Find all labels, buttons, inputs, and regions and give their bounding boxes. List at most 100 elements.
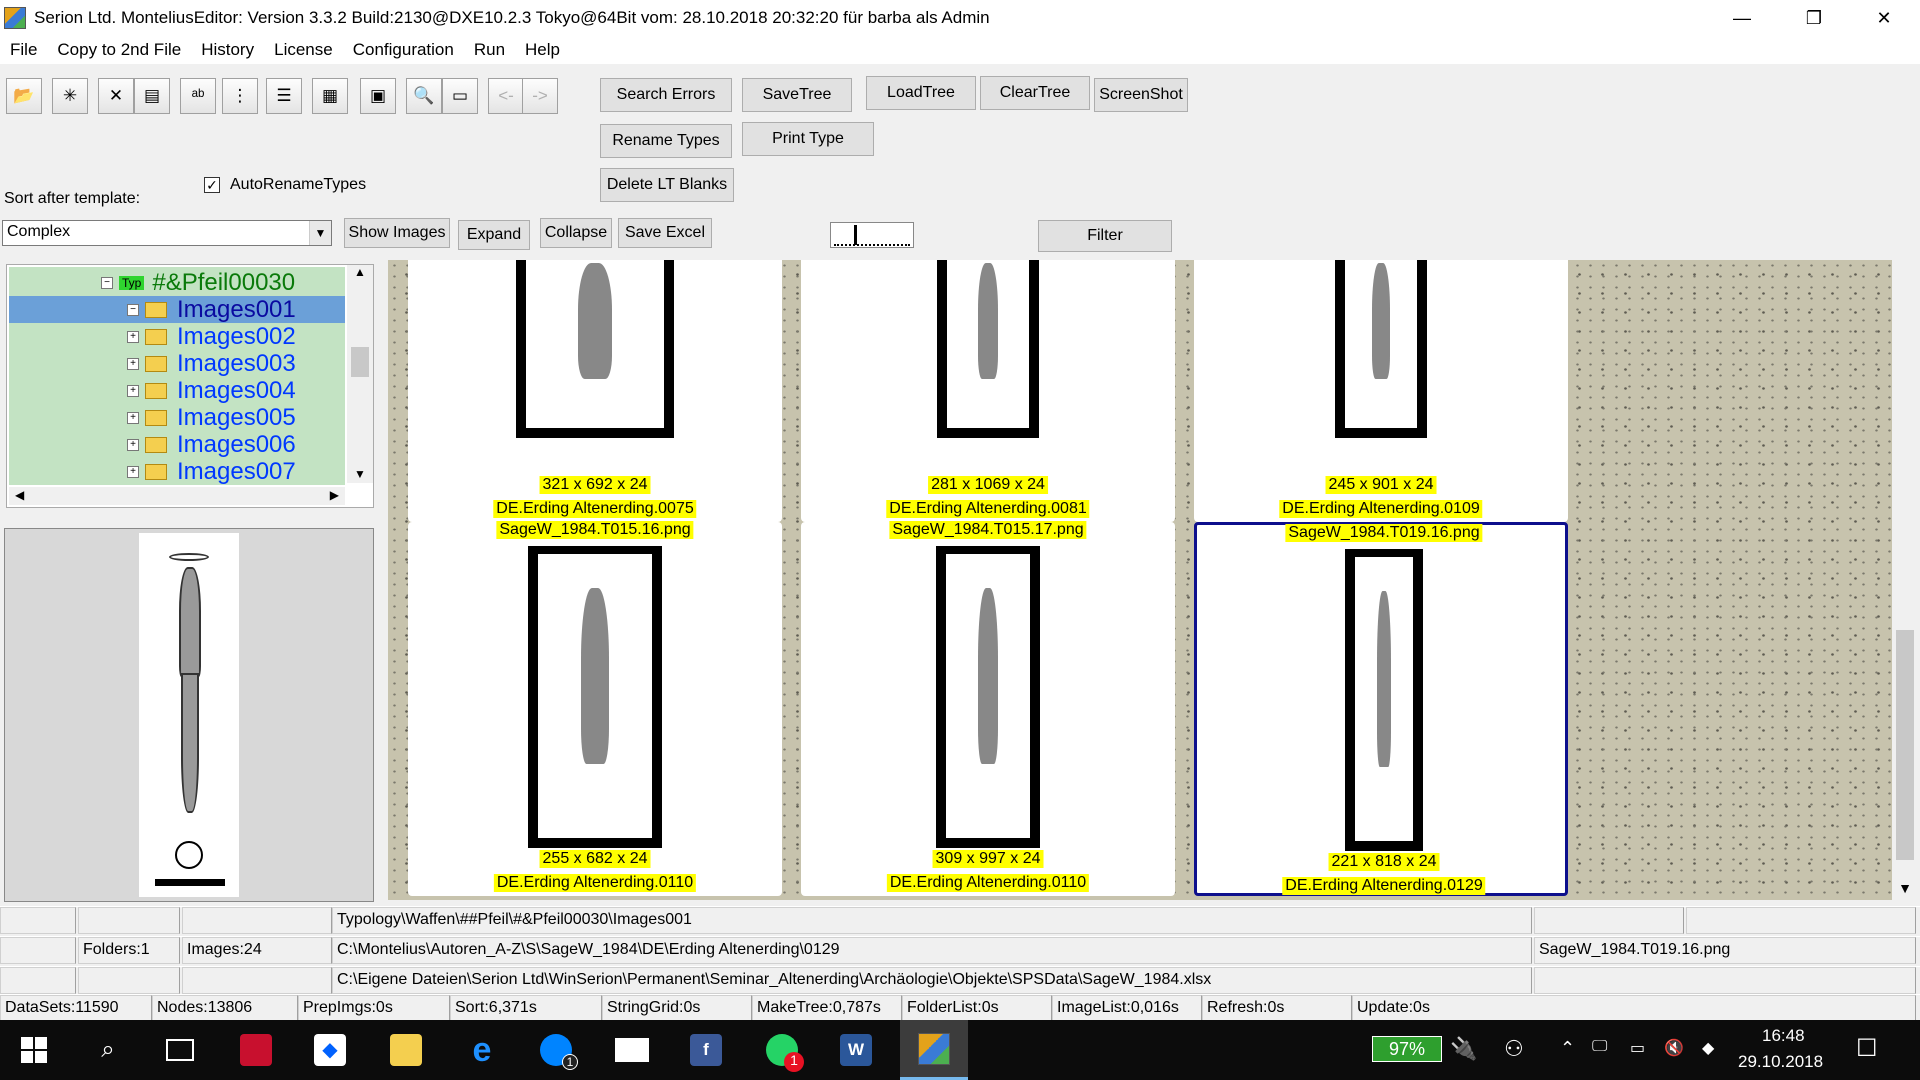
scroll-thumb[interactable] xyxy=(1896,630,1914,860)
chevron-down-icon[interactable]: ▼ xyxy=(1892,880,1918,896)
tree-item[interactable]: − Images001 xyxy=(9,296,345,323)
save-tree-button[interactable]: SaveTree xyxy=(742,78,852,112)
dropbox-tray-icon[interactable]: ◆ xyxy=(1702,1038,1714,1058)
slider-thumb[interactable] xyxy=(854,225,858,245)
mcafee-icon[interactable] xyxy=(228,1026,284,1074)
image-thumbnail[interactable] xyxy=(528,546,662,848)
auto-rename-checkbox[interactable]: ✓ xyxy=(204,177,220,193)
whatsapp-icon[interactable]: 1 xyxy=(754,1026,810,1074)
expand-icon[interactable]: + xyxy=(127,357,139,370)
image-thumbnail[interactable] xyxy=(516,260,674,438)
tree-item[interactable]: + Images006 xyxy=(9,431,345,458)
image-thumbnail[interactable] xyxy=(936,546,1040,848)
dropbox-icon[interactable]: ◆ xyxy=(302,1026,358,1074)
collapse-icon[interactable]: − xyxy=(127,303,139,316)
notifications-icon[interactable]: ☐ xyxy=(1856,1034,1878,1063)
word-icon[interactable]: W xyxy=(828,1026,884,1074)
expand-icon[interactable]: + xyxy=(127,438,139,451)
image-card[interactable]: SageW_1984.T015.17.png 309 x 997 x 24 DE.E… xyxy=(801,521,1175,896)
battery-icon[interactable]: ▭ xyxy=(1630,1038,1645,1058)
chevron-up-icon[interactable]: ▲ xyxy=(347,265,373,279)
rename-icon[interactable]: ᵃᵇ xyxy=(180,78,216,114)
image-card[interactable]: SageW_1984.T019.16.png 221 x 818 x 24 DE.E… xyxy=(1194,522,1568,896)
tree-item[interactable]: + Images005 xyxy=(9,404,345,431)
expand-icon[interactable]: + xyxy=(127,384,139,397)
back-arrow-icon[interactable]: <- xyxy=(488,78,524,114)
image-card[interactable]: 245 x 901 x 24 DE.Erding Altenerding.0109 xyxy=(1194,260,1568,522)
minimize-button[interactable]: — xyxy=(1706,0,1778,36)
chevron-left-icon[interactable]: ◀ xyxy=(15,488,24,502)
start-icon[interactable] xyxy=(6,1026,62,1074)
image-card[interactable]: SageW_1984.T015.16.png 255 x 682 x 24 DE.E… xyxy=(408,521,782,896)
tree-item[interactable]: + Images004 xyxy=(9,377,345,404)
save-excel-button[interactable]: Save Excel xyxy=(618,218,712,248)
clock-time[interactable]: 16:48 xyxy=(1762,1026,1805,1046)
menu-configuration[interactable]: Configuration xyxy=(343,40,464,60)
thumbnails-icon[interactable]: ▣ xyxy=(360,78,396,114)
gallery-vertical-scrollbar[interactable]: ▼ xyxy=(1892,260,1918,900)
menu-history[interactable]: History xyxy=(191,40,264,60)
people-icon[interactable]: ⚇ xyxy=(1504,1036,1524,1062)
tree-root[interactable]: − Typ #&Pfeil00030 xyxy=(9,269,345,296)
search-icon[interactable]: ⌕ xyxy=(80,1026,136,1074)
tree-item[interactable]: + Images007 xyxy=(9,458,345,485)
image-thumbnail[interactable] xyxy=(1335,260,1427,438)
tree-vertical-scrollbar[interactable]: ▲ ▼ xyxy=(347,265,373,483)
new-folder-icon[interactable]: ✳ xyxy=(52,78,88,114)
close-button[interactable]: ✕ xyxy=(1848,0,1920,36)
messenger-icon[interactable]: 1 xyxy=(528,1026,584,1074)
montelius-icon[interactable] xyxy=(900,1020,968,1080)
chevron-down-icon[interactable]: ▼ xyxy=(309,221,331,245)
network-icon[interactable]: 🖵 xyxy=(1592,1038,1607,1056)
volume-muted-icon[interactable]: 🔇 xyxy=(1664,1038,1684,1058)
image-thumbnail[interactable] xyxy=(1345,549,1423,851)
menu-run[interactable]: Run xyxy=(464,40,515,60)
tree-item[interactable]: + Images003 xyxy=(9,350,345,377)
expand-icon[interactable]: + xyxy=(127,465,139,478)
search-errors-button[interactable]: Search Errors xyxy=(600,78,732,112)
search-icon[interactable]: 🔍 xyxy=(406,78,442,114)
collapse-button[interactable]: Collapse xyxy=(540,218,612,248)
properties-icon[interactable]: ▤ xyxy=(134,78,170,114)
expand-button[interactable]: Expand xyxy=(458,220,530,250)
screenshot-button[interactable]: ScreenShot xyxy=(1094,78,1188,112)
image-list-icon[interactable]: ▭ xyxy=(442,78,478,114)
clear-tree-button[interactable]: ClearTree xyxy=(980,76,1090,110)
rename-types-button[interactable]: Rename Types xyxy=(600,124,732,158)
tree-icon[interactable]: ⋮ xyxy=(222,78,258,114)
zoom-slider[interactable] xyxy=(830,222,914,248)
load-tree-button[interactable]: LoadTree xyxy=(866,76,976,110)
show-images-button[interactable]: Show Images xyxy=(344,218,450,248)
forward-arrow-icon[interactable]: -> xyxy=(522,78,558,114)
menu-license[interactable]: License xyxy=(264,40,343,60)
delete-lt-blanks-button[interactable]: Delete LT Blanks xyxy=(600,168,734,202)
battery-indicator[interactable]: 97% xyxy=(1372,1036,1442,1062)
image-card[interactable]: 281 x 1069 x 24 DE.Erding Altenerding.008… xyxy=(801,260,1175,522)
task-view-icon[interactable] xyxy=(152,1026,208,1074)
expand-icon[interactable]: + xyxy=(127,330,139,343)
chevron-right-icon[interactable]: ▶ xyxy=(330,488,339,502)
delete-icon[interactable]: ✕ xyxy=(98,78,134,114)
menu-copy-to-2nd-file[interactable]: Copy to 2nd File xyxy=(47,40,191,60)
tree-item[interactable]: + Images002 xyxy=(9,323,345,350)
maximize-button[interactable]: ❐ xyxy=(1778,0,1850,36)
chevron-up-icon[interactable]: ⌃ xyxy=(1560,1038,1575,1059)
facebook-icon[interactable]: f xyxy=(678,1026,734,1074)
print-type-button[interactable]: Print Type xyxy=(742,122,874,156)
edge-icon[interactable]: e xyxy=(454,1026,510,1074)
expand-icon[interactable]: + xyxy=(127,411,139,424)
sort-template-select[interactable]: Complex ▼ xyxy=(2,220,332,246)
list-icon[interactable]: ☰ xyxy=(266,78,302,114)
collapse-icon[interactable]: − xyxy=(101,276,113,289)
mail-icon[interactable] xyxy=(604,1026,660,1074)
menu-file[interactable]: File xyxy=(0,40,47,60)
menu-help[interactable]: Help xyxy=(515,40,570,60)
open-folder-icon[interactable]: 📂 xyxy=(6,78,42,114)
image-thumbnail[interactable] xyxy=(937,260,1039,438)
power-plug-icon[interactable]: 🔌 xyxy=(1450,1036,1477,1062)
tree-horizontal-scrollbar[interactable]: ◀ ▶ xyxy=(9,487,345,505)
grid-icon[interactable]: ▦ xyxy=(312,78,348,114)
image-card[interactable]: 321 x 692 x 24 DE.Erding Altenerding.0075 xyxy=(408,260,782,522)
filter-button[interactable]: Filter xyxy=(1038,220,1172,252)
clock-date[interactable]: 29.10.2018 xyxy=(1738,1052,1823,1072)
